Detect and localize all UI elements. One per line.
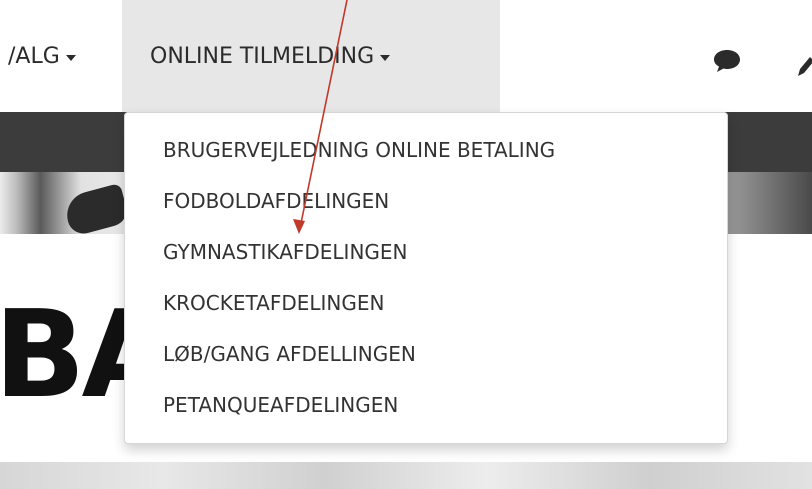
- nav-item-online-tilmelding-label: ONLINE TILMELDING: [150, 43, 375, 69]
- menu-item-fodboldafdelingen[interactable]: FODBOLDAFDELINGEN: [125, 183, 727, 234]
- menu-item-loeb-gang-afdellingen[interactable]: LØB/GANG AFDELLINGEN: [125, 336, 727, 387]
- pencil-icon[interactable]: [796, 52, 812, 78]
- nav-item-valg-label: /ALG: [8, 43, 60, 69]
- background-image-strip: [0, 462, 812, 489]
- menu-item-brugervejledning[interactable]: BRUGERVEJLEDNING ONLINE BETALING: [125, 132, 727, 183]
- nav-item-online-tilmelding[interactable]: ONLINE TILMELDING: [122, 0, 500, 112]
- menu-item-gymnastikafdelingen[interactable]: GYMNASTIKAFDELINGEN: [125, 234, 727, 285]
- caret-down-icon: [380, 55, 391, 61]
- top-navigation-bar: /ALG ONLINE TILMELDING: [0, 0, 812, 112]
- menu-item-krocketafdelingen[interactable]: KROCKETAFDELINGEN: [125, 285, 727, 336]
- menu-item-petanqueafdelingen[interactable]: PETANQUEAFDELINGEN: [125, 387, 727, 438]
- caret-down-icon: [65, 55, 76, 61]
- chat-bubble-icon[interactable]: [712, 48, 742, 74]
- nav-item-valg[interactable]: /ALG: [0, 0, 122, 112]
- online-tilmelding-dropdown-menu: BRUGERVEJLEDNING ONLINE BETALING FODBOLD…: [124, 112, 728, 444]
